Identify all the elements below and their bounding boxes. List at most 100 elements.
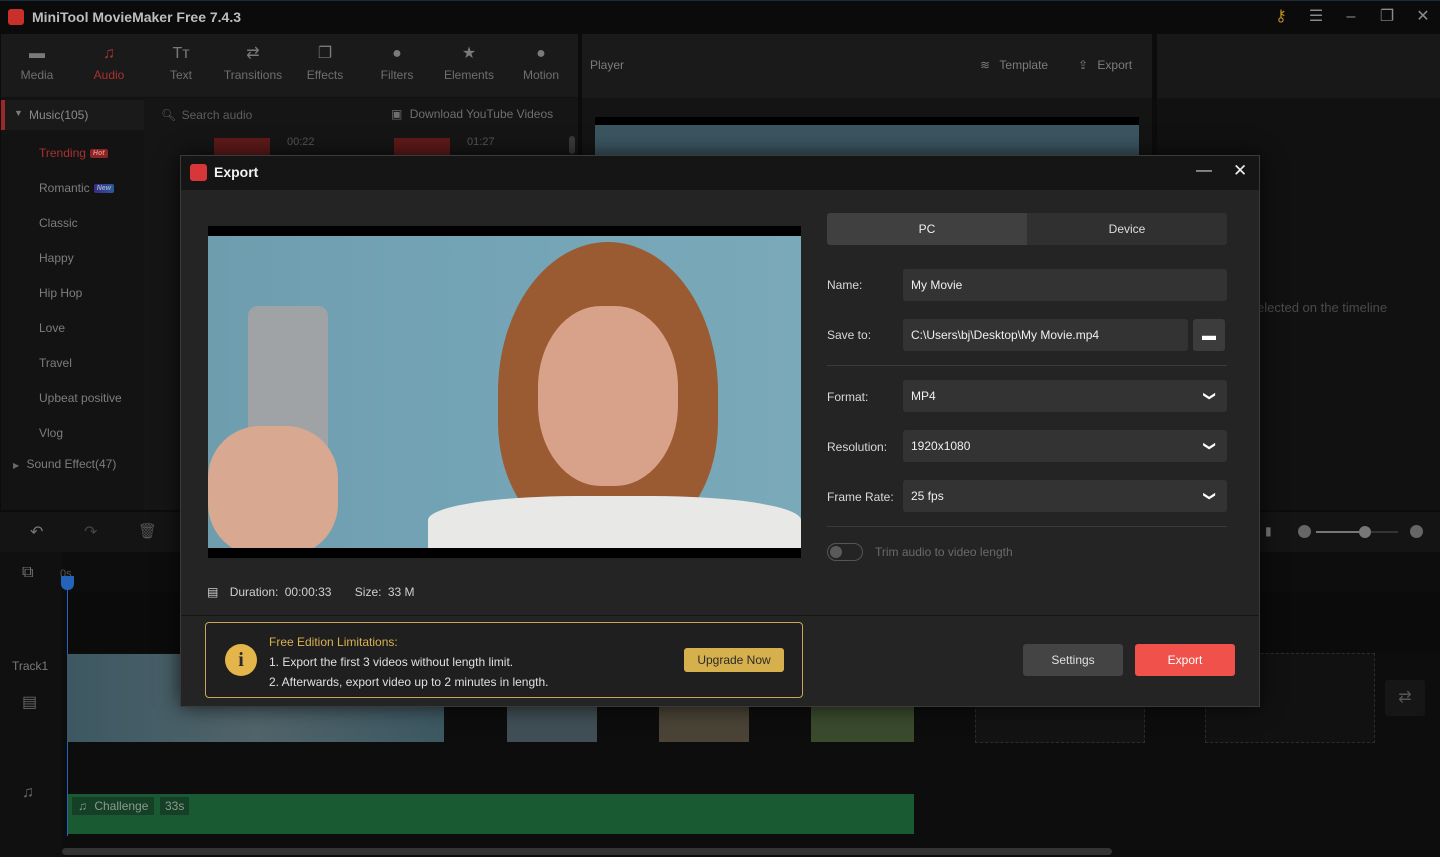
tab-media[interactable]: ▬ Media [1, 34, 73, 98]
collapse-icon: ▼ [14, 108, 23, 118]
add-track-icon[interactable]: ⧉ [22, 564, 33, 582]
tab-audio[interactable]: ♫ Audio [73, 34, 145, 98]
dialog-minimize-icon[interactable]: — [1196, 162, 1212, 180]
resolution-label: Resolution: [827, 440, 888, 454]
browse-folder-button[interactable]: ▬ [1193, 319, 1225, 351]
zoom-out-icon[interactable] [1298, 525, 1311, 538]
free-limitations-box: i Free Edition Limitations: 1. Export th… [205, 622, 803, 698]
audio-thumbnail[interactable] [394, 138, 450, 156]
music-group[interactable]: ▼ Music(105) [1, 100, 144, 130]
export-preview [208, 226, 801, 558]
tab-pc[interactable]: PC [827, 213, 1027, 245]
swap-arrows-icon: ⇄ [246, 45, 260, 62]
library-tabs: ▬ Media ♫ Audio Tт Text ⇄ Transitions ❐ Effec… [1, 34, 578, 98]
export-dialog: Export — ✕ ▤ Duration: 00:00:33 Size: 33… [180, 155, 1260, 707]
timeline-scrollbar[interactable] [62, 848, 1112, 855]
template-button[interactable]: ≋ Template [980, 58, 1048, 72]
tab-motion[interactable]: ● Motion [505, 34, 577, 98]
search-icon: 🔍︎ [161, 108, 177, 122]
face-shape [538, 306, 678, 486]
audio-thumbnail[interactable] [214, 138, 270, 156]
limits-title: Free Edition Limitations: [269, 635, 398, 649]
name-label: Name: [827, 278, 863, 292]
redo-icon[interactable]: ↷ [84, 522, 97, 542]
format-select[interactable]: MP4 ❯ [903, 380, 1227, 412]
category-romantic[interactable]: Romantic New [39, 181, 115, 195]
folder-icon: ▬ [1202, 327, 1216, 343]
swap-icon[interactable]: ⇄ [1385, 680, 1425, 716]
zoom-slider[interactable] [1316, 526, 1398, 538]
category-hip-hop[interactable]: Hip Hop [39, 286, 82, 300]
trim-audio-toggle[interactable] [827, 543, 863, 561]
track-duration: 01:27 [467, 136, 495, 148]
category-love[interactable]: Love [39, 321, 65, 335]
player-label: Player [590, 58, 625, 72]
layers-icon: ≋ [980, 58, 991, 72]
category-upbeat-positive[interactable]: Upbeat positive [39, 391, 122, 405]
format-label: Format: [827, 390, 869, 404]
track-label: Track1 [12, 659, 49, 673]
limits-line: 1. Export the first 3 videos without len… [269, 655, 514, 669]
menu-icon[interactable]: ☰ [1305, 7, 1327, 27]
chevron-down-icon: ❯ [1202, 490, 1217, 502]
chevron-down-icon: ❯ [1202, 440, 1217, 452]
trim-audio-label: Trim audio to video length [875, 545, 1013, 559]
delete-icon[interactable]: 🗑︎ [138, 522, 157, 540]
video-clip[interactable] [507, 707, 597, 742]
video-clip[interactable] [659, 707, 749, 742]
fit-icon[interactable]: ▮ [1265, 524, 1272, 538]
search-audio-input[interactable]: 🔍︎ Search audio [161, 108, 252, 122]
music-note-icon: ♫ [103, 45, 115, 62]
tab-device[interactable]: Device [1027, 213, 1227, 245]
upload-icon: ⇪ [1078, 58, 1089, 72]
elements-icon: ★ [461, 45, 477, 62]
export-top-button[interactable]: ⇪ Export [1078, 58, 1132, 72]
frame-rate-select[interactable]: 25 fps ❯ [903, 480, 1227, 512]
info-icon: i [225, 644, 257, 676]
category-travel[interactable]: Travel [39, 356, 72, 370]
undo-icon[interactable]: ↶ [30, 522, 43, 542]
export-button[interactable]: Export [1135, 644, 1235, 676]
sound-effect-group[interactable]: ▶ Sound Effect(47) [13, 457, 116, 471]
resolution-select[interactable]: 1920x1080 ❯ [903, 430, 1227, 462]
category-trending[interactable]: Trending Hot [39, 146, 108, 160]
filters-icon: ● [392, 45, 402, 62]
library-scrollbar[interactable] [569, 136, 575, 154]
minimize-icon[interactable]: – [1340, 7, 1362, 27]
category-classic[interactable]: Classic [39, 216, 78, 230]
dialog-close-icon[interactable]: ✕ [1233, 161, 1247, 181]
key-icon[interactable]: ⚷ [1270, 7, 1292, 27]
zoom-slider-fill [1316, 531, 1366, 533]
zoom-in-icon[interactable] [1410, 525, 1423, 538]
tab-filters[interactable]: ● Filters [361, 34, 433, 98]
limits-line: 2. Afterwards, export video up to 2 minu… [269, 675, 549, 689]
tab-transitions[interactable]: ⇄ Transitions [217, 34, 289, 98]
video-info: ▤ Duration: 00:00:33 Size: 33 M [207, 585, 415, 599]
close-icon[interactable]: ✕ [1412, 7, 1434, 27]
preview-image [208, 236, 801, 548]
folder-icon: ▬ [29, 45, 45, 62]
music-note-icon: ♫ [78, 799, 87, 813]
app-logo-icon [190, 164, 207, 181]
settings-button[interactable]: Settings [1023, 644, 1123, 676]
video-clip[interactable] [811, 707, 914, 742]
tab-text[interactable]: Tт Text [145, 34, 217, 98]
track-headers: ⧉ Track1 ▤ ♫ [0, 552, 62, 857]
category-list: ▼ Music(105) Trending Hot Romantic New Cla… [1, 98, 144, 510]
player-video [595, 117, 1139, 157]
category-vlog[interactable]: Vlog [39, 426, 63, 440]
category-happy[interactable]: Happy [39, 251, 74, 265]
effects-icon: ❐ [317, 45, 333, 62]
chevron-down-icon: ❯ [1202, 390, 1217, 402]
upgrade-now-button[interactable]: Upgrade Now [684, 648, 784, 672]
maximize-icon[interactable]: ❐ [1376, 7, 1398, 27]
tab-elements[interactable]: ★ Elements [433, 34, 505, 98]
download-youtube-link[interactable]: ▣ Download YouTube Videos [391, 107, 553, 121]
tab-effects[interactable]: ❐ Effects [289, 34, 361, 98]
motion-icon: ● [536, 45, 546, 62]
name-input[interactable]: My Movie [903, 269, 1227, 301]
audio-clip[interactable]: ♫ Challenge 33s [68, 794, 914, 834]
title-bar: MiniTool MovieMaker Free 7.4.3 ⚷ ☰ – ❐ ✕ [0, 0, 1440, 33]
zoom-slider-knob[interactable] [1359, 526, 1372, 538]
save-path-input[interactable]: C:\Users\bj\Desktop\My Movie.mp4 [903, 319, 1188, 351]
